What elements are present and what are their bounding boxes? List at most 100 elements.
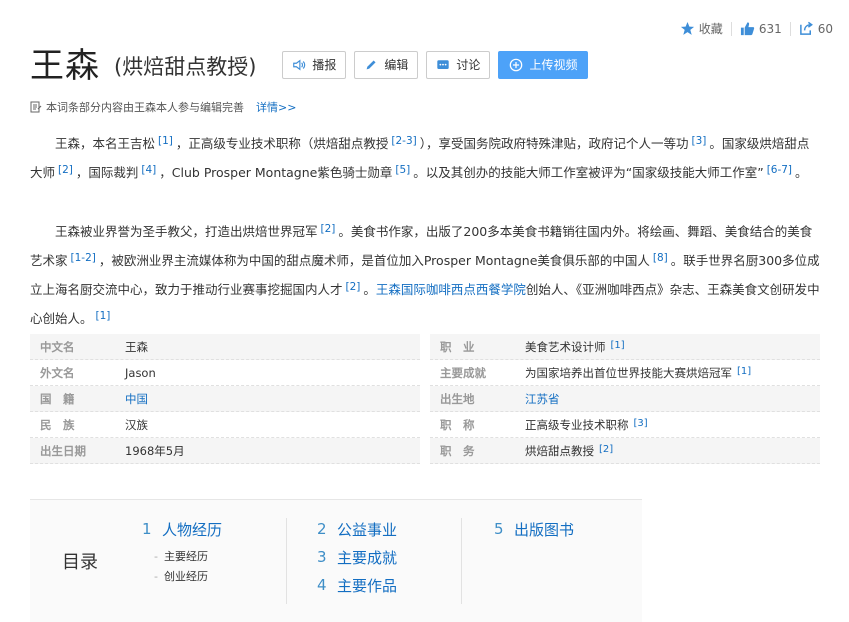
info-value: 中国 [125,391,420,407]
paragraph-text: 。以及其创办的技能大师工作室被评为“国家级技能大师工作室” [413,165,764,180]
discuss-label: 讨论 [456,58,481,72]
reference-link[interactable]: [1] [96,310,111,322]
document-icon [30,101,42,113]
info-row: 出生地 江苏省 [430,386,820,412]
toc-subitem-business-experience[interactable]: - 创业经历 [142,566,286,586]
reference-link[interactable]: [1-2] [71,252,96,264]
like-button[interactable]: 631 [732,21,790,36]
reference-link[interactable]: [2] [599,444,613,455]
reference-link[interactable]: [6-7] [767,164,792,176]
info-key: 民 族 [40,417,75,432]
chat-icon [436,58,450,72]
info-row: 国 籍 中国 [30,386,420,412]
reference-link[interactable]: [1] [158,135,173,147]
info-key: 出生日期 [40,443,86,458]
toc-header: 目录 [30,500,130,622]
reference-link[interactable]: [1] [737,366,751,377]
toc-number: 4 [317,576,327,594]
info-value-text: 王森 [125,339,148,354]
info-key: 职 务 [440,443,475,458]
pencil-icon [364,58,378,72]
favorite-button[interactable]: 收藏 [672,20,731,37]
toc-column-1: 1 人物经历 - 主要经历 - 创业经历 [142,518,287,604]
toc-label: 主要作品 [337,576,398,595]
toc-item-works[interactable]: 4 主要作品 [317,574,461,596]
reference-link[interactable]: [5] [395,164,410,176]
share-button[interactable]: 60 [791,21,841,36]
notice-detail-link[interactable]: 详情>> [256,99,296,115]
table-of-contents: 目录 1 人物经历 - 主要经历 - 创业经历 2 公益事业 3 主要成就 4 … [30,499,642,622]
reference-link[interactable]: [4] [141,164,156,176]
info-key: 国 籍 [40,391,75,406]
paragraph-text: 王森被业界誉为圣手教父，打造出烘焙世界冠军 [55,224,318,239]
paragraph-text: 。 [363,282,376,297]
toc-dash: - [154,569,158,583]
toc-column-3: 5 出版图书 [494,518,634,546]
title-row: 王森 (烘焙甜点教授) 播报 编辑 讨论 上传视频 [30,38,589,87]
info-value: 1968年5月 [125,443,420,459]
paragraph-text: ），享受国务院政府特殊津贴，政府记个人一等功 [419,136,689,151]
edit-button[interactable]: 编辑 [354,50,419,79]
info-value-text: Jason [125,365,156,380]
page-subtitle: (烘焙甜点教授) [114,54,257,79]
info-value-text: 烘焙甜点教授 [525,443,594,458]
basic-info-right: 职 业 美食艺术设计师 [1] 主要成就 为国家培养出首位世界技能大赛烘焙冠军 [1] 出生… [430,334,820,464]
toc-number: 5 [494,520,504,538]
info-value: 汉族 [125,417,420,433]
info-value-text: 汉族 [125,417,148,432]
info-row: 出生日期 1968年5月 [30,438,420,464]
reference-link[interactable]: [3] [634,418,648,429]
share-count: 60 [817,21,833,36]
discuss-button[interactable]: 讨论 [426,50,491,79]
paragraph-text: 王森，本名王吉松 [55,136,156,151]
paragraph-text: ，被欧洲业界主流媒体称为中国的甜点魔术师，是首位加入Prosper Montag… [98,253,650,268]
reference-link[interactable]: [2] [346,281,361,293]
toc-subitem-main-experience[interactable]: - 主要经历 [142,546,286,566]
favorite-label: 收藏 [698,22,723,36]
basic-info: 中文名 王森外文名 Jason 国 籍 中国民 族 汉族出生日期 1968年5月 职 业 美食… [30,334,820,464]
info-value: Jason [125,366,420,380]
summary-paragraph-2: 王森被业界誉为圣手教父，打造出烘焙世界冠军 [2] 。美食书作家，出版了200多本美… [30,216,820,332]
toc-number: 3 [317,548,327,566]
reference-link[interactable]: [1] [611,340,625,351]
thumbs-up-icon [740,21,755,36]
paragraph-text: 。 [795,165,808,180]
toc-item-achievements[interactable]: 3 主要成就 [317,546,461,568]
info-value: 正高级专业技术职称 [3] [525,417,820,433]
like-count: 631 [758,21,782,36]
toc-sublabel: 创业经历 [163,570,208,583]
upload-video-button[interactable]: 上传视频 [498,50,589,79]
inline-link[interactable]: 王森国际咖啡西点西餐学院 [376,282,526,297]
basic-info-left: 中文名 王森外文名 Jason 国 籍 中国民 族 汉族出生日期 1968年5月 [30,334,420,464]
info-key: 中文名 [40,339,75,354]
info-value-link[interactable]: 江苏省 [525,392,560,406]
reference-link[interactable]: [3] [692,135,707,147]
toc-item-books[interactable]: 5 出版图书 [494,518,634,540]
info-row: 中文名 王森 [30,334,420,360]
info-value: 王森 [125,339,420,355]
reference-link[interactable]: [2-3] [391,135,416,147]
info-value: 江苏省 [525,391,820,407]
paragraph-text: ，正高级专业技术职称（烘焙甜点教授 [175,136,389,151]
info-key: 出生地 [440,391,475,406]
summary-paragraph-1: 王森，本名王吉松 [1] ，正高级专业技术职称（烘焙甜点教授 [2-3] ），享受国务院… [30,128,820,186]
toc-label: 人物经历 [162,520,223,539]
reference-link[interactable]: [8] [653,252,668,264]
info-row: 职 务 烘焙甜点教授 [2] [430,438,820,464]
toc-item-career[interactable]: 1 人物经历 [142,518,286,540]
info-value-link[interactable]: 中国 [125,392,148,406]
page-title: 王森 [30,46,100,86]
top-actions: 收藏 631 60 [672,20,841,37]
info-row: 职 业 美食艺术设计师 [1] [430,334,820,360]
reference-link[interactable]: [2] [58,164,73,176]
title-buttons: 播报 编辑 讨论 上传视频 [282,50,589,79]
broadcast-button[interactable]: 播报 [282,50,347,79]
info-key: 职 业 [440,339,475,354]
info-value-text: 美食艺术设计师 [525,339,606,354]
info-value: 烘焙甜点教授 [2] [525,443,820,459]
broadcast-label: 播报 [312,58,337,72]
reference-link[interactable]: [2] [321,223,336,235]
toc-label: 出版图书 [514,520,575,539]
info-row: 外文名 Jason [30,360,420,386]
toc-item-charity[interactable]: 2 公益事业 [317,518,461,540]
